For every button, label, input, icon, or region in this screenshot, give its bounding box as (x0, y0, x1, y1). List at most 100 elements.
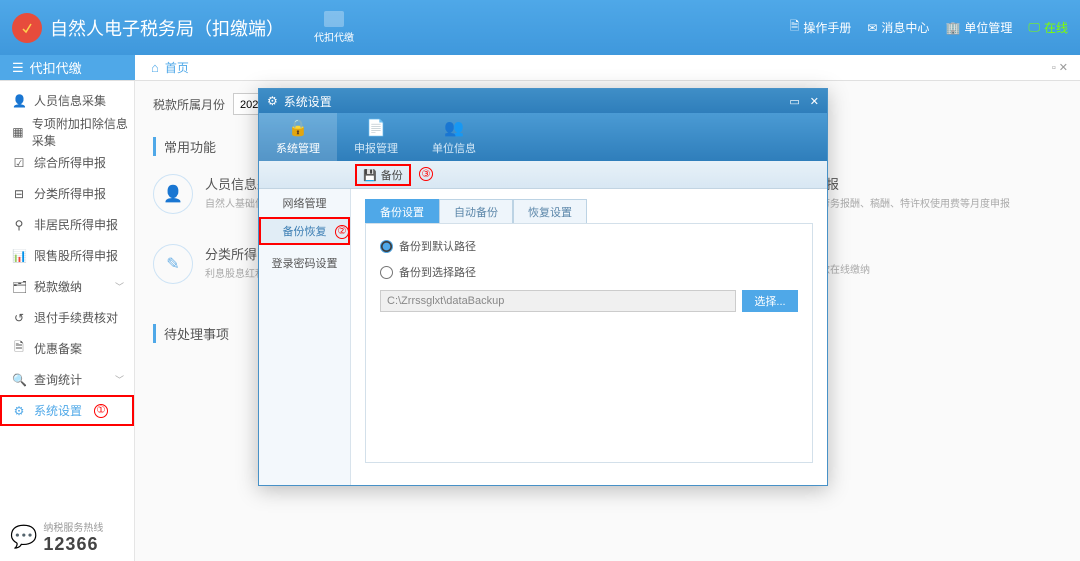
header-right-menu: 🗎操作手册 ✉消息中心 🏢单位管理 🖵 在线 (790, 0, 1068, 55)
card-pay[interactable]: 缴纳报税款在线缴纳 (800, 240, 1010, 276)
sidebar-item-person[interactable]: 👤 人员信息采集 (0, 85, 134, 116)
toolbar-backup-label: 备份 (381, 167, 403, 183)
mail-icon: ✉ (867, 21, 877, 35)
chat-icon: 💬 (10, 524, 37, 550)
header-message[interactable]: ✉消息中心 (867, 19, 929, 36)
header-mode[interactable]: 代扣代缴 (314, 11, 354, 44)
sidebar-label: 优惠备案 (34, 340, 82, 357)
backup-panel: 备份到默认路径 备份到选择路径 选择... (365, 223, 813, 463)
browse-button[interactable]: 选择... (742, 290, 798, 312)
toolbar-backup[interactable]: 💾 备份 (355, 164, 411, 186)
header-online[interactable]: 🖵 在线 (1028, 19, 1068, 36)
card-person-info[interactable]: 👤 人员信息采自然人基础信 (153, 174, 270, 214)
sidebar-item-nonresident[interactable]: ⚲非居民所得申报 (0, 209, 134, 240)
sidebar-item-comprehensive[interactable]: ☑ 综合所得申报 (0, 147, 134, 178)
tab-label: 系统管理 (276, 140, 320, 156)
gear-icon: ⚙ (267, 94, 278, 108)
backup-path-input (380, 290, 736, 312)
settings-dialog: ⚙ 系统设置 ▭ ✕ 🔒 系统管理 📄 申报管理 👥 单位信息 💾 备份 ③ 网络管理… (258, 88, 828, 486)
building-icon: 🏢 (945, 21, 960, 35)
hotline-number: 12366 (43, 534, 103, 555)
sidebar-item-refund[interactable]: ↺退付手续费核对 (0, 302, 134, 333)
home-icon: ⌂ (151, 60, 159, 75)
tab-label: 申报管理 (354, 140, 398, 156)
side-network[interactable]: 网络管理 (259, 189, 350, 217)
tab-system[interactable]: 🔒 系统管理 (259, 113, 337, 161)
tab-org[interactable]: 👥 单位信息 (415, 113, 493, 161)
sidebar-item-query[interactable]: 🔍 查询统计 ﹀ (0, 364, 134, 395)
card-category[interactable]: ✎ 分类所得申利息股息红利 (153, 244, 270, 284)
sidebar-item-restricted[interactable]: 📊限售股所得申报 (0, 240, 134, 271)
sidebar-item-benefit[interactable]: 🗎优惠备案 (0, 333, 134, 364)
radio-select-label: 备份到选择路径 (399, 264, 476, 280)
wallet-icon (324, 11, 344, 27)
side-backup-label: 备份恢复 (283, 223, 327, 239)
sidebar-item-settings[interactable]: ⚙系统设置① (0, 395, 134, 426)
app-title: 自然人电子税务局（扣缴端） (50, 15, 284, 41)
sidebar-label: 人员信息采集 (34, 92, 106, 109)
subtab-auto-backup[interactable]: 自动备份 (439, 199, 513, 223)
header-mode-label: 代扣代缴 (314, 29, 354, 44)
header-manual[interactable]: 🗎操作手册 (790, 17, 852, 38)
grid-icon: ▦ (12, 125, 24, 139)
header-org[interactable]: 🏢单位管理 (945, 19, 1012, 36)
disk-icon: 💾 (363, 169, 377, 182)
radio-default-label: 备份到默认路径 (399, 238, 476, 254)
sidebar-label: 综合所得申报 (34, 154, 106, 171)
card-sub: 金、劳务报酬、稿酬、特许权使用费等月度申报 (800, 195, 1010, 210)
tab-report[interactable]: 📄 申报管理 (337, 113, 415, 161)
subtab-restore-setting[interactable]: 恢复设置 (513, 199, 587, 223)
header-online-label: 在线 (1044, 19, 1068, 36)
dialog-restore-icon[interactable]: ▭ (789, 95, 799, 108)
chevron-down-icon: ﹀ (115, 373, 124, 386)
hotline: 💬 纳税服务热线 12366 (10, 519, 103, 555)
sidebar-item-taxpay[interactable]: 🗂税款缴纳﹀ (0, 271, 134, 302)
radio-default-path[interactable] (380, 240, 393, 253)
logo-icon (12, 13, 42, 43)
dialog-top-tabs: 🔒 系统管理 📄 申报管理 👥 单位信息 (259, 113, 827, 161)
monitor-icon: 🖵 (1028, 20, 1040, 35)
dialog-close-icon[interactable]: ✕ (810, 95, 819, 108)
subheader-mode-label: 代扣代缴 (30, 58, 82, 77)
sidebar-label: 限售股所得申报 (34, 247, 118, 264)
side-password[interactable]: 登录密码设置 (259, 249, 350, 277)
form-icon: 📄 (366, 118, 386, 138)
dialog-title: 系统设置 (284, 93, 332, 110)
breadcrumb[interactable]: ⌂ 首页 (135, 59, 189, 76)
subheader: ☰ 代扣代缴 ⌂ 首页 ▫ ✕ (0, 55, 1080, 81)
sidebar-label: 系统设置 (34, 402, 82, 419)
period-label: 税款所属月份 (153, 96, 225, 113)
check-icon: ☑ (12, 156, 26, 170)
sidebar-item-category[interactable]: ⊟ 分类所得申报 (0, 178, 134, 209)
person-circle-icon: 👤 (153, 174, 193, 214)
subheader-mode[interactable]: ☰ 代扣代缴 (0, 55, 135, 80)
subtab-backup-setting[interactable]: 备份设置 (365, 199, 439, 223)
doc-icon: 🗎 (790, 17, 800, 38)
sidebar-item-special[interactable]: ▦ 专项附加扣除信息采集 (0, 116, 134, 147)
radio-select-path[interactable] (380, 266, 393, 279)
sidebar-label: 分类所得申报 (34, 185, 106, 202)
tab-label: 单位信息 (432, 140, 476, 156)
subheader-right-icons[interactable]: ▫ ✕ (1052, 61, 1068, 74)
dialog-titlebar: ⚙ 系统设置 ▭ ✕ (259, 89, 827, 113)
card-title: 得申报 (800, 174, 1010, 193)
group-icon: 👥 (444, 118, 464, 138)
dialog-side-nav: 网络管理 备份恢复 ② 登录密码设置 (259, 189, 351, 485)
sidebar-label: 查询统计 (34, 371, 82, 388)
gear-icon: ⚙ (12, 404, 26, 418)
lock-icon: 🔒 (288, 118, 308, 138)
person-icon: 👤 (12, 94, 26, 108)
callout-3: ③ (419, 167, 433, 181)
sidebar-label: 专项附加扣除信息采集 (32, 115, 134, 149)
sidebar: 👤 人员信息采集 ▦ 专项附加扣除信息采集 ☑ 综合所得申报 ⊟ 分类所得申报 ⚲非居民… (0, 81, 135, 561)
list-icon: ☰ (12, 60, 24, 76)
dialog-content: 备份设置 自动备份 恢复设置 备份到默认路径 备份到选择路径 选择... (351, 189, 827, 485)
box-icon: ⊟ (12, 187, 26, 201)
header-manual-label: 操作手册 (803, 19, 851, 36)
user2-icon: ⚲ (12, 218, 26, 232)
dialog-toolbar: 💾 备份 ③ (259, 161, 827, 189)
sidebar-label: 税款缴纳 (34, 278, 82, 295)
search-icon: 🔍 (12, 373, 26, 387)
card-income-report[interactable]: 得申报金、劳务报酬、稿酬、特许权使用费等月度申报 (800, 174, 1010, 210)
edit-circle-icon: ✎ (153, 244, 193, 284)
